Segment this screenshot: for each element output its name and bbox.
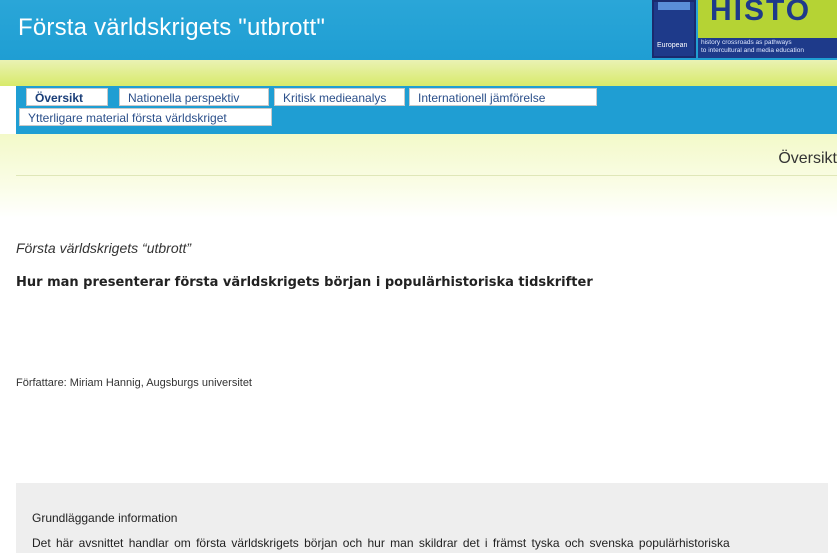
logo-european-text: European <box>657 42 688 49</box>
article-subtitle: Hur man presenterar första världskrigets… <box>16 275 593 290</box>
logo-letters: HISTO <box>710 0 812 27</box>
ehisto-logo[interactable]: European HISTO history crossroads as pat… <box>652 0 837 60</box>
author-line: Författare: Miriam Hannig, Augsburgs uni… <box>16 377 252 389</box>
info-heading: Grundläggande information <box>32 511 178 525</box>
tab-bar: Översikt Nationella perspektiv Kritisk m… <box>16 86 837 134</box>
site-header: Första världskrigets "utbrott" European … <box>0 0 837 60</box>
info-text: Det här avsnittet handlar om första värl… <box>32 536 730 550</box>
tab-oversikt[interactable]: Översikt <box>26 88 108 106</box>
header-divider <box>16 175 837 176</box>
logo-tagline-strip: history crossroads as pathways to interc… <box>698 38 837 58</box>
tab-kritisk-medieanalys[interactable]: Kritisk medieanalys <box>274 88 405 106</box>
logo-e-bar <box>658 2 690 10</box>
content-header-area <box>0 134 837 218</box>
tab-ytterligare-material[interactable]: Ytterligare material första världskriget <box>19 108 272 126</box>
tab-nationella-perspektiv[interactable]: Nationella perspektiv <box>119 88 269 106</box>
logo-tagline-line2: to intercultural and media education <box>701 47 804 54</box>
lime-band <box>0 60 837 86</box>
logo-tagline: history crossroads as pathways to interc… <box>701 39 804 55</box>
article-title: Första världskrigets “utbrott” <box>16 240 192 256</box>
basic-info-box: Grundläggande information Det här avsnit… <box>16 483 828 553</box>
logo-tagline-line1: history crossroads as pathways <box>701 39 792 46</box>
breadcrumb-current: Översikt <box>778 150 837 167</box>
logo-e-mark: European <box>652 0 696 58</box>
tab-internationell-jamforelse[interactable]: Internationell jämförelse <box>409 88 597 106</box>
site-title: Första världskrigets "utbrott" <box>18 14 326 41</box>
